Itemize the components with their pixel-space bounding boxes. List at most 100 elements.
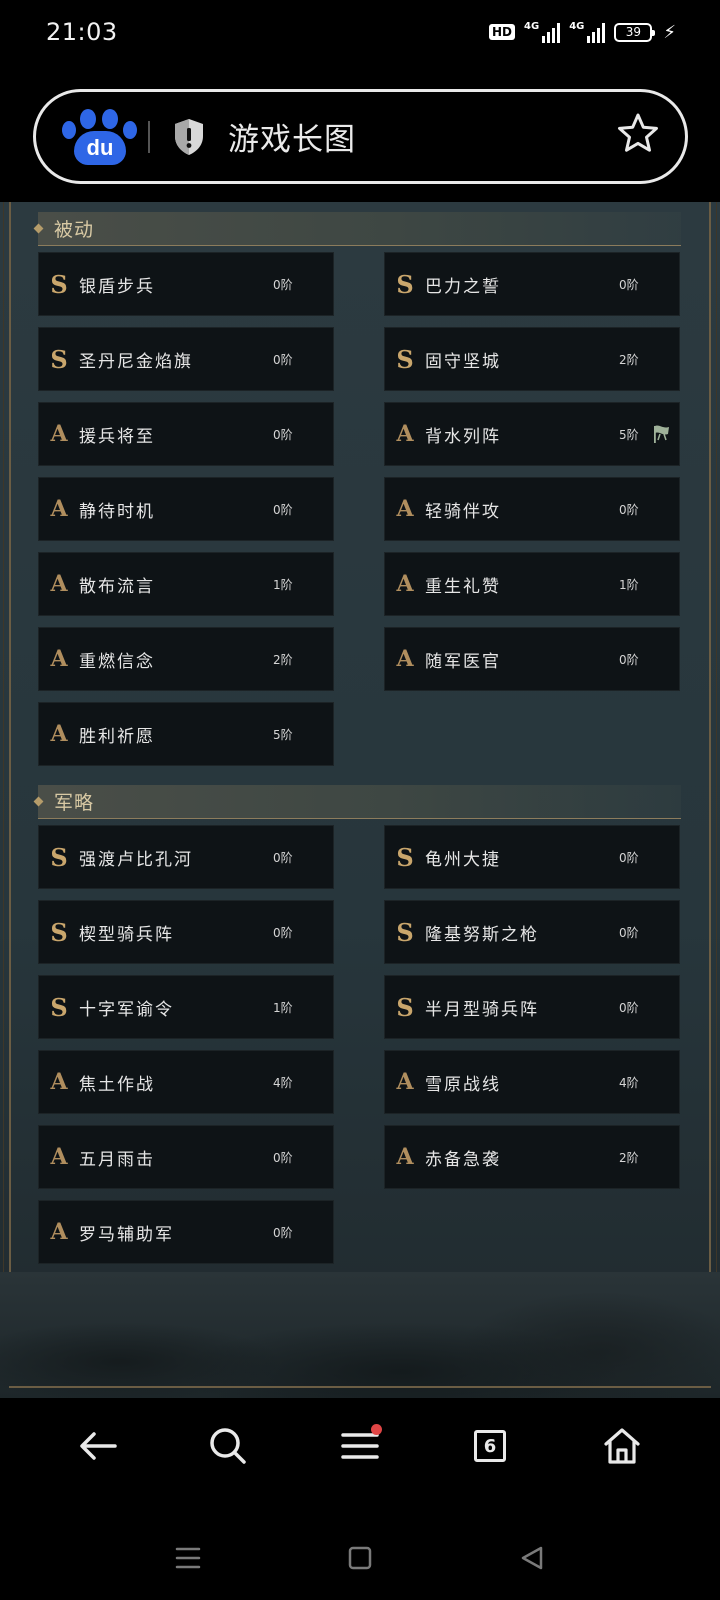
skill-tier: 0阶: [273, 1150, 293, 1165]
home-nav-button[interactable]: [340, 1538, 380, 1578]
triangle-back-icon: [521, 1546, 543, 1570]
grade-badge: S: [50, 917, 68, 947]
skill-tier: 0阶: [619, 1000, 639, 1015]
skill-card[interactable]: A 胜利祈愿 5阶: [38, 702, 334, 766]
section-title: 军略: [54, 792, 95, 814]
skill-card[interactable]: S 银盾步兵 0阶: [38, 252, 334, 316]
skill-name: 十字军谕令: [79, 999, 174, 1020]
skill-tier: 0阶: [619, 925, 639, 940]
skill-tier: 1阶: [273, 1000, 293, 1015]
grade-badge: S: [396, 992, 414, 1022]
address-bar-area: du 游戏长图: [0, 64, 720, 202]
skill-card[interactable]: A 静待时机 0阶: [38, 477, 334, 541]
star-icon[interactable]: [617, 112, 659, 162]
grade-badge: S: [50, 269, 68, 299]
tabs-icon: 6: [474, 1430, 506, 1462]
grade-badge: A: [50, 1144, 68, 1170]
diamond-icon: [33, 796, 44, 807]
skill-name: 胜利祈愿: [79, 726, 155, 747]
skill-card[interactable]: S 隆基努斯之枪 0阶: [384, 900, 680, 964]
skill-card[interactable]: S 龟州大捷 0阶: [384, 825, 680, 889]
skill-card[interactable]: S 十字军谕令 1阶: [38, 975, 334, 1039]
frame-border-left: [9, 202, 11, 1398]
skill-card[interactable]: A 随军医官 0阶: [384, 627, 680, 691]
search-button[interactable]: [196, 1414, 260, 1478]
skill-name: 随军医官: [425, 651, 501, 672]
skill-name: 雪原战线: [425, 1074, 501, 1095]
back-nav-button[interactable]: [512, 1538, 552, 1578]
skill-card[interactable]: S 楔型骑兵阵 0阶: [38, 900, 334, 964]
skill-tier: 2阶: [619, 352, 639, 367]
hd-voice-icon: HD: [489, 24, 516, 40]
grade-badge: A: [396, 1069, 414, 1095]
skill-card[interactable]: A 散布流言 1阶: [38, 552, 334, 616]
skill-name: 楔型骑兵阵: [79, 924, 174, 945]
home-button[interactable]: [590, 1414, 654, 1478]
tabs-button[interactable]: 6: [458, 1414, 522, 1478]
skill-card[interactable]: A 赤备急袭 2阶: [384, 1125, 680, 1189]
skill-card[interactable]: S 强渡卢比孔河 0阶: [38, 825, 334, 889]
address-bar[interactable]: du 游戏长图: [33, 89, 688, 184]
skill-card[interactable]: A 罗马辅助军 0阶: [38, 1200, 334, 1264]
background-artwork: [0, 1272, 720, 1398]
skill-tier: 2阶: [619, 1150, 639, 1165]
skill-tier: 4阶: [273, 1075, 293, 1090]
skill-card[interactable]: A 雪原战线 4阶: [384, 1050, 680, 1114]
skill-tier: 0阶: [273, 925, 293, 940]
skill-tier: 0阶: [273, 850, 293, 865]
section-header-strategy: 军略: [33, 785, 681, 819]
grade-badge: A: [396, 421, 414, 447]
shield-alert-icon[interactable]: [172, 117, 206, 157]
skill-card[interactable]: S 固守坚城 2阶: [384, 327, 680, 391]
grade-badge: A: [50, 496, 68, 522]
skill-name: 龟州大捷: [425, 849, 501, 870]
skill-name: 固守坚城: [425, 351, 501, 372]
skill-name: 重生礼赞: [425, 576, 501, 597]
skill-card[interactable]: A 援兵将至 0阶: [38, 402, 334, 466]
baidu-logo-icon[interactable]: du: [60, 107, 140, 167]
grade-badge: S: [50, 842, 68, 872]
back-button[interactable]: [66, 1414, 130, 1478]
status-icons: HD 4G 4G 39 ⚡: [489, 21, 676, 43]
grade-badge: A: [50, 1219, 68, 1245]
skill-card[interactable]: A 背水列阵 5阶: [384, 402, 680, 466]
skill-tier: 0阶: [273, 277, 293, 292]
notification-dot: [371, 1424, 382, 1435]
skill-name: 背水列阵: [425, 426, 501, 447]
skill-card[interactable]: A 轻骑伴攻 0阶: [384, 477, 680, 541]
skill-card[interactable]: S 巴力之誓 0阶: [384, 252, 680, 316]
skill-name: 焦土作战: [79, 1074, 155, 1095]
skill-card[interactable]: A 重燃信念 2阶: [38, 627, 334, 691]
skill-card[interactable]: A 焦土作战 4阶: [38, 1050, 334, 1114]
frame-border-right: [709, 202, 711, 1398]
skill-tier: 0阶: [273, 502, 293, 517]
grade-badge: S: [50, 992, 68, 1022]
skill-tier: 0阶: [619, 277, 639, 292]
skill-tier: 0阶: [619, 502, 639, 517]
grade-badge: S: [396, 344, 414, 374]
grade-badge: A: [50, 571, 68, 597]
skill-name: 半月型骑兵阵: [425, 999, 539, 1020]
signal-icon-1: 4G: [524, 21, 561, 43]
grade-badge: A: [50, 1069, 68, 1095]
skill-card[interactable]: A 五月雨击 0阶: [38, 1125, 334, 1189]
grade-badge: S: [396, 917, 414, 947]
skill-card[interactable]: A 重生礼赞 1阶: [384, 552, 680, 616]
skill-tier: 0阶: [619, 652, 639, 667]
skill-card[interactable]: S 圣丹尼金焰旗 0阶: [38, 327, 334, 391]
status-time: 21:03: [46, 18, 118, 46]
skill-name: 援兵将至: [79, 426, 155, 447]
menu-button[interactable]: [328, 1414, 392, 1478]
skill-name: 巴力之誓: [425, 276, 501, 297]
page-title[interactable]: 游戏长图: [228, 114, 617, 159]
skill-tier: 5阶: [273, 727, 293, 742]
section-header-passive: 被动: [33, 212, 681, 246]
skill-name: 罗马辅助军: [79, 1224, 174, 1245]
grade-badge: A: [396, 496, 414, 522]
skill-card[interactable]: S 半月型骑兵阵 0阶: [384, 975, 680, 1039]
skill-tier: 0阶: [273, 427, 293, 442]
skill-name: 圣丹尼金焰旗: [79, 351, 193, 372]
arrow-left-icon: [80, 1432, 117, 1460]
frame-border-bottom: [9, 1386, 711, 1388]
recent-apps-button[interactable]: [168, 1538, 208, 1578]
